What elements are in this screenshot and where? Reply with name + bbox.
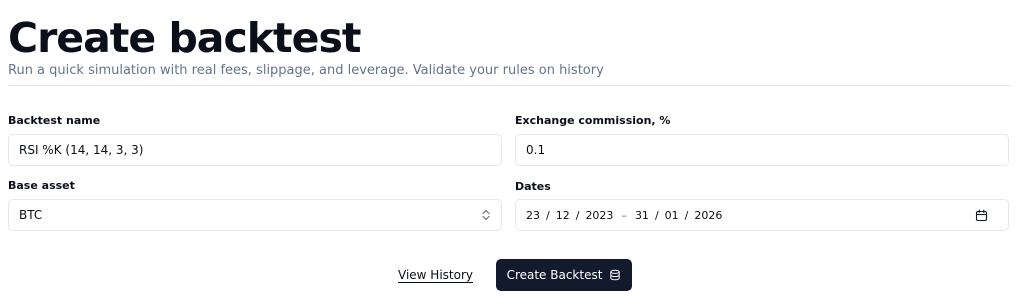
start-date[interactable]: 23 / 12 / 2023 (526, 209, 613, 222)
date-range-picker[interactable]: 23 / 12 / 2023 – 31 / 01 / 2026 (515, 199, 1009, 231)
backtest-name-field[interactable] (8, 134, 502, 166)
base-asset-label: Base asset (8, 179, 75, 192)
date-separator: / (684, 208, 689, 222)
commission-input[interactable] (526, 143, 998, 157)
commission-field[interactable] (515, 134, 1009, 166)
create-backtest-button[interactable]: Create Backtest (496, 259, 632, 291)
view-history-link[interactable]: View History (398, 267, 473, 283)
date-separator: / (654, 208, 659, 222)
start-month[interactable]: 12 (556, 209, 570, 222)
header-divider (8, 85, 1010, 86)
base-asset-value: BTC (19, 208, 43, 222)
chevron-up-down-icon (481, 208, 491, 222)
base-asset-select[interactable]: BTC (8, 199, 502, 231)
commission-label: Exchange commission, % (515, 114, 671, 127)
date-separator: / (575, 208, 580, 222)
backtest-name-input[interactable] (19, 143, 491, 157)
backtest-name-label: Backtest name (8, 114, 101, 127)
end-date[interactable]: 31 / 01 / 2026 (635, 209, 722, 222)
calendar-icon[interactable] (975, 209, 988, 222)
page-subtitle: Run a quick simulation with real fees, s… (8, 63, 604, 78)
create-backtest-page: Create backtest Run a quick simulation w… (0, 0, 1024, 303)
end-month[interactable]: 01 (665, 209, 679, 222)
date-separator: / (546, 208, 550, 222)
create-backtest-label: Create Backtest (506, 268, 603, 282)
end-day[interactable]: 31 (635, 209, 649, 222)
database-icon (609, 269, 621, 281)
range-separator: – (621, 208, 627, 222)
start-day[interactable]: 23 (526, 209, 540, 222)
start-year[interactable]: 2023 (585, 209, 613, 222)
dates-label: Dates (515, 180, 551, 193)
page-title: Create backtest (8, 14, 361, 62)
end-year[interactable]: 2026 (694, 209, 722, 222)
